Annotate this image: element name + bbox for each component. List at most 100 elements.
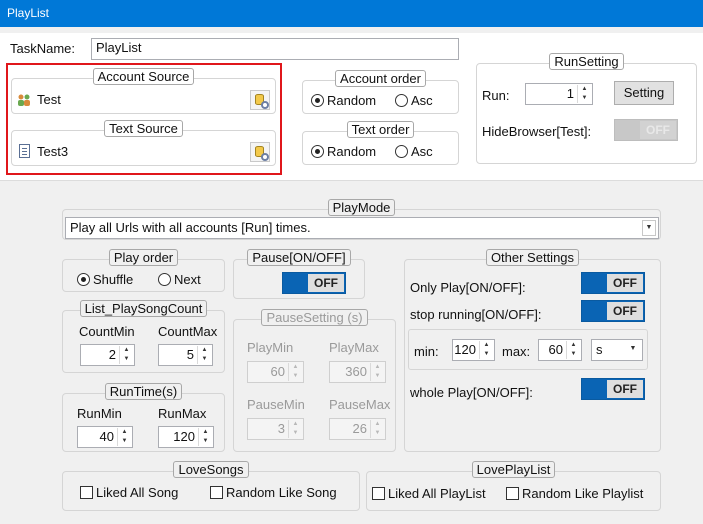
text-order-random-radio[interactable]: Random	[311, 144, 376, 160]
radio-unchecked-icon	[158, 273, 171, 286]
spin-up-icon[interactable]: ▲	[199, 428, 212, 437]
account-order-random-radio[interactable]: Random	[311, 93, 376, 109]
pause-min-label: PauseMin	[247, 397, 305, 412]
run-count-stepper[interactable]: 1 ▲ ▼	[525, 83, 593, 105]
play-min-stepper[interactable]: 60 ▲ ▼	[247, 361, 304, 383]
spin-down-icon[interactable]: ▼	[371, 372, 384, 381]
count-min-stepper[interactable]: 2 ▲ ▼	[80, 344, 135, 366]
text-source-item[interactable]: Test3	[37, 144, 68, 160]
random-like-playlist-checkbox[interactable]: Random Like Playlist	[506, 486, 643, 502]
max-label: max:	[502, 344, 531, 359]
radio-checked-icon	[77, 273, 90, 286]
spin-up-icon[interactable]: ▲	[371, 363, 384, 372]
spin-up-icon[interactable]: ▲	[120, 346, 133, 355]
pause-group: Pause[ON/OFF] OFF	[233, 249, 365, 299]
setting-button[interactable]: Setting	[614, 81, 674, 105]
song-count-group: List_PlaySongCount CountMin CountMax 2 ▲…	[62, 300, 225, 373]
spin-up-icon[interactable]: ▲	[118, 428, 131, 437]
pause-setting-title: PauseSetting (s)	[261, 309, 368, 326]
play-order-shuffle-radio[interactable]: Shuffle	[77, 272, 133, 288]
text-source-picker-button[interactable]	[250, 142, 270, 162]
spin-down-icon[interactable]: ▼	[289, 372, 302, 381]
text-order-group: Text order Random Asc	[302, 121, 459, 165]
only-play-label: Only Play[ON/OFF]:	[410, 280, 526, 295]
random-like-song-checkbox[interactable]: Random Like Song	[210, 485, 337, 501]
play-min-value: 60	[270, 364, 285, 379]
play-max-label: PlayMax	[329, 340, 379, 355]
spin-up-icon[interactable]: ▲	[289, 420, 302, 429]
run-count-value: 1	[566, 86, 574, 101]
run-time-title: RunTime(s)	[104, 383, 183, 400]
spin-down-icon[interactable]: ▼	[118, 437, 131, 446]
spin-down-icon[interactable]: ▼	[578, 94, 591, 103]
text-source-title: Text Source	[104, 120, 183, 137]
account-order-title: Account order	[335, 70, 426, 87]
spin-down-icon[interactable]: ▼	[198, 355, 211, 364]
play-max-value: 360	[345, 364, 367, 379]
play-max-stepper[interactable]: 360 ▲ ▼	[329, 361, 386, 383]
other-settings-group: Other Settings Only Play[ON/OFF]: OFF st…	[404, 249, 661, 452]
spin-down-icon[interactable]: ▼	[480, 350, 493, 359]
document-icon	[19, 144, 30, 158]
spin-up-icon[interactable]: ▲	[578, 85, 591, 94]
chevron-down-icon[interactable]: ▼	[626, 342, 640, 358]
window-title-bar: PlayList	[0, 0, 703, 27]
pause-max-stepper[interactable]: 26 ▲ ▼	[329, 418, 386, 440]
run-time-group: RunTime(s) RunMin RunMax 40 ▲ ▼ 120 ▲ ▼	[62, 383, 225, 452]
stop-running-toggle[interactable]: OFF	[581, 300, 645, 322]
spin-up-icon[interactable]: ▲	[198, 346, 211, 355]
hide-browser-toggle[interactable]: OFF	[614, 119, 678, 141]
run-min-stepper[interactable]: 40 ▲ ▼	[77, 426, 133, 448]
spin-up-icon[interactable]: ▲	[480, 341, 493, 350]
only-play-toggle[interactable]: OFF	[581, 272, 645, 294]
love-playlist-title: LovePlayList	[471, 461, 556, 478]
time-unit-dropdown[interactable]: s ▼	[591, 339, 643, 361]
spin-up-icon[interactable]: ▲	[567, 341, 580, 350]
spin-down-icon[interactable]: ▼	[567, 350, 580, 359]
text-order-title: Text order	[346, 121, 415, 138]
users-icon	[17, 93, 31, 107]
taskname-label: TaskName:	[10, 41, 76, 56]
spin-down-icon[interactable]: ▼	[289, 429, 302, 438]
spin-down-icon[interactable]: ▼	[371, 429, 384, 438]
song-count-title: List_PlaySongCount	[79, 300, 208, 317]
liked-all-song-checkbox[interactable]: Liked All Song	[80, 485, 178, 501]
min-stepper[interactable]: 120 ▲ ▼	[452, 339, 495, 361]
run-max-value: 120	[173, 429, 195, 444]
play-order-next-radio[interactable]: Next	[158, 272, 201, 288]
taskname-input[interactable]: PlayList	[91, 38, 459, 60]
spin-up-icon[interactable]: ▲	[371, 420, 384, 429]
whole-play-toggle[interactable]: OFF	[581, 378, 645, 400]
gear-icon	[261, 153, 269, 161]
run-setting-title: RunSetting	[549, 53, 624, 70]
min-value: 120	[454, 342, 476, 357]
chevron-down-icon[interactable]: ▼	[642, 220, 656, 236]
stop-running-label: stop running[ON/OFF]:	[410, 307, 542, 322]
account-order-group: Account order Random Asc	[302, 70, 459, 114]
play-mode-title: PlayMode	[327, 199, 396, 216]
pause-toggle[interactable]: OFF	[282, 272, 346, 294]
max-stepper[interactable]: 60 ▲ ▼	[538, 339, 582, 361]
checkbox-icon	[372, 487, 385, 500]
run-max-stepper[interactable]: 120 ▲ ▼	[158, 426, 214, 448]
pause-state: OFF	[308, 274, 344, 292]
liked-all-playlist-checkbox[interactable]: Liked All PlayList	[372, 486, 486, 502]
spin-up-icon[interactable]: ▲	[289, 363, 302, 372]
count-max-label: CountMax	[158, 324, 218, 339]
pause-title: Pause[ON/OFF]	[247, 249, 351, 266]
text-source-group: Text Source Test3	[11, 120, 276, 166]
account-source-item[interactable]: Test	[37, 92, 61, 108]
time-unit-value: s	[596, 342, 603, 357]
hide-browser-label: HideBrowser[Test]:	[482, 124, 592, 139]
play-mode-dropdown[interactable]: Play all Urls with all accounts [Run] ti…	[65, 217, 659, 239]
account-order-asc-radio[interactable]: Asc	[395, 93, 433, 109]
whole-play-label: whole Play[ON/OFF]:	[410, 385, 533, 400]
play-order-group: Play order Shuffle Next	[62, 249, 225, 292]
account-source-picker-button[interactable]	[250, 90, 270, 110]
run-max-label: RunMax	[158, 406, 207, 421]
count-max-stepper[interactable]: 5 ▲ ▼	[158, 344, 213, 366]
spin-down-icon[interactable]: ▼	[199, 437, 212, 446]
text-order-asc-radio[interactable]: Asc	[395, 144, 433, 160]
pause-min-stepper[interactable]: 3 ▲ ▼	[247, 418, 304, 440]
spin-down-icon[interactable]: ▼	[120, 355, 133, 364]
